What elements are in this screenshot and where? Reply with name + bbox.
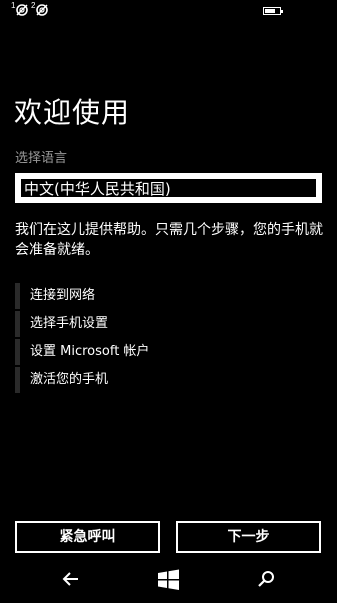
back-arrow-icon[interactable] bbox=[51, 563, 91, 599]
setup-steps-list: 连接到网络 选择手机设置 设置 Microsoft 帐户 激活您的手机 bbox=[15, 283, 315, 395]
step-item: 选择手机设置 bbox=[15, 311, 315, 339]
step-bar bbox=[15, 311, 20, 337]
step-bar bbox=[15, 283, 20, 309]
next-button[interactable]: 下一步 bbox=[176, 521, 321, 553]
step-bar bbox=[15, 339, 20, 365]
battery-level bbox=[265, 9, 275, 13]
step-bar bbox=[15, 367, 20, 393]
step-label: 选择手机设置 bbox=[30, 316, 109, 331]
sim1-no-signal-icon: 1 bbox=[11, 2, 28, 17]
language-select[interactable]: 中文(中华人民共和国) bbox=[15, 173, 322, 203]
step-label: 设置 Microsoft 帐户 bbox=[30, 344, 150, 359]
step-item: 激活您的手机 bbox=[15, 367, 315, 395]
language-select-value: 中文(中华人民共和国) bbox=[24, 180, 171, 198]
page-title: 欢迎使用 bbox=[14, 96, 131, 129]
windows-icon[interactable] bbox=[148, 563, 188, 599]
navigation-bar bbox=[0, 563, 337, 599]
language-label: 选择语言 bbox=[15, 151, 68, 166]
step-label: 激活您的手机 bbox=[30, 372, 109, 387]
search-icon[interactable] bbox=[246, 563, 286, 599]
step-item: 设置 Microsoft 帐户 bbox=[15, 339, 315, 367]
battery-icon bbox=[263, 7, 283, 15]
emergency-call-button[interactable]: 紧急呼叫 bbox=[15, 521, 160, 553]
step-item: 连接到网络 bbox=[15, 283, 315, 311]
description-text: 我们在这儿提供帮助。只需几个步骤，您的手机就会准备就绪。 bbox=[15, 222, 323, 258]
step-label: 连接到网络 bbox=[30, 288, 96, 303]
status-bar: 1 2 bbox=[0, 0, 337, 24]
sim2-no-signal-icon: 2 bbox=[31, 2, 48, 17]
